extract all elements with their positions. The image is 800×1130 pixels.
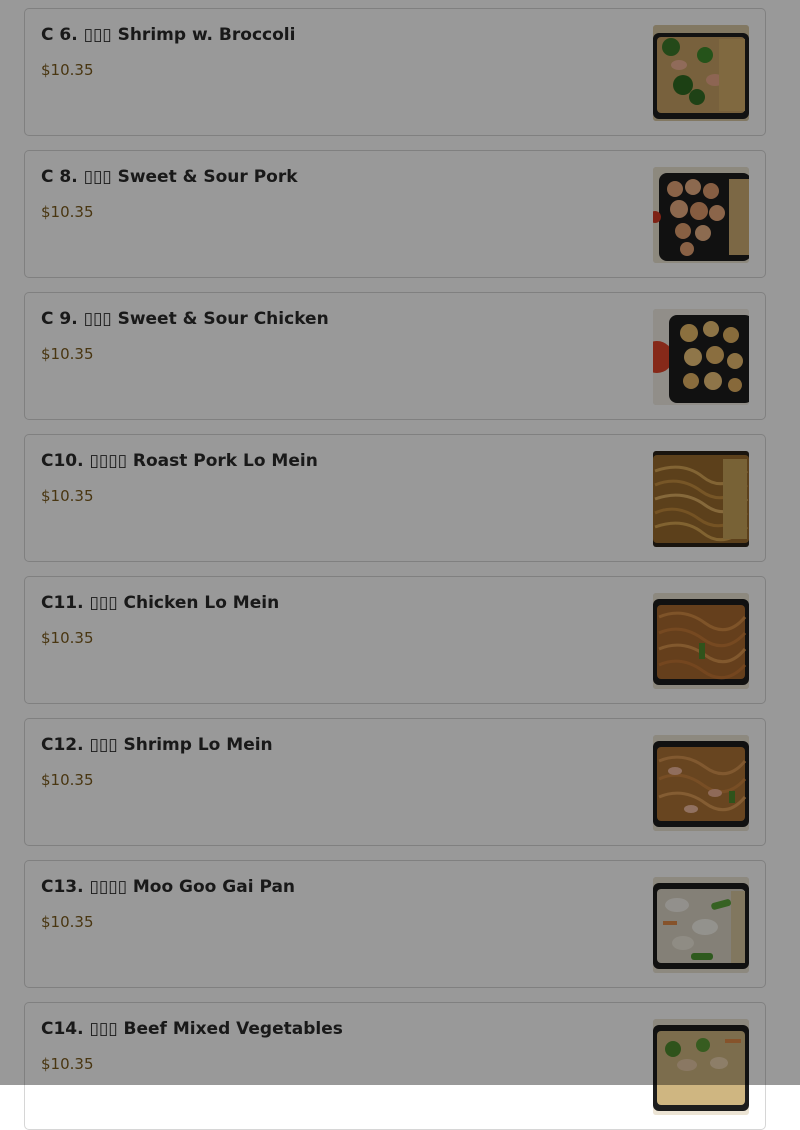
modal-backdrop-overlay[interactable] — [0, 0, 800, 1085]
